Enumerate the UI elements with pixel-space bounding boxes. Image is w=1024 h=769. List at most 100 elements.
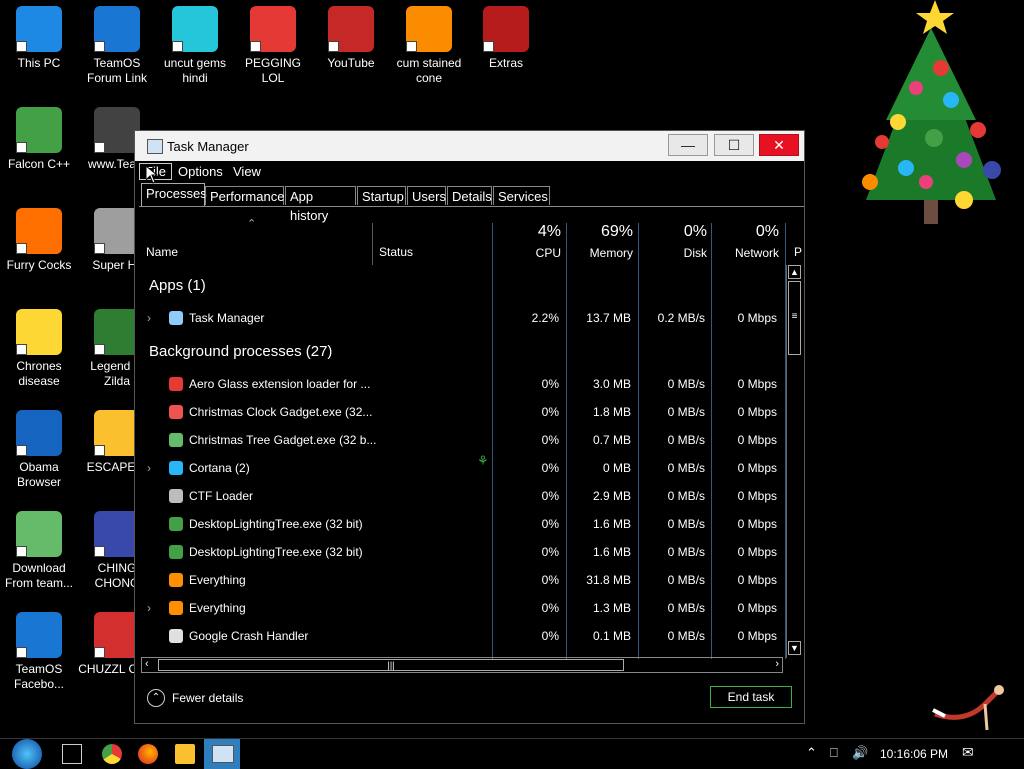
tab-users[interactable]: Users [407, 186, 446, 205]
desktop-icon[interactable]: TeamOS Facebo... [0, 612, 78, 692]
fewer-details-link[interactable]: Fewer details [172, 691, 243, 705]
hscroll-thumb[interactable]: ||| [158, 659, 624, 671]
shortcut-arrow-icon [94, 546, 105, 557]
task-manager-window[interactable]: Task Manager — ☐ ✕ File Options View Pro… [134, 130, 805, 724]
close-button[interactable]: ✕ [759, 134, 799, 156]
network-icon[interactable]: ⎕ [830, 745, 838, 761]
firefox-icon[interactable] [138, 744, 158, 764]
process-name: DesktopLightingTree.exe (32 bit) [189, 517, 363, 531]
column-power[interactable]: P [794, 245, 802, 259]
column-memory[interactable]: 69% Memory [567, 223, 633, 260]
expand-chevron-icon[interactable]: › [147, 461, 151, 475]
title-bar[interactable]: Task Manager — ☐ ✕ [135, 131, 804, 161]
disk-value: 0 MB/s [667, 461, 705, 475]
menu-bar: File Options View [135, 161, 804, 183]
network-value: 0 Mbps [737, 489, 777, 503]
desktop-icon[interactable]: cum stained cone [390, 6, 468, 86]
vertical-scrollbar[interactable]: ▲ ≡ ▼ [786, 265, 803, 658]
clock[interactable]: 10:16:06 PM [880, 747, 948, 761]
action-center-icon[interactable]: ✉ [962, 744, 974, 761]
tab-app-history[interactable]: App history [285, 186, 356, 223]
desktop-icon[interactable]: Falcon C++ [0, 107, 78, 172]
desktop-icon[interactable]: This PC [0, 6, 78, 71]
desktop-icon[interactable]: Obama Browser [0, 410, 78, 490]
tab-processes[interactable]: Processes [141, 183, 207, 206]
desktop-icon[interactable]: TeamOS Forum Link [78, 6, 156, 86]
christmas-tree-gadget[interactable] [846, 0, 1016, 238]
desktop-icon[interactable]: Extras [467, 6, 545, 71]
table-row[interactable]: Christmas Tree Gadget.exe (32 b... 0% 0.7 … [139, 425, 779, 453]
volume-icon[interactable]: 🔊 [852, 745, 868, 761]
shortcut-arrow-icon [406, 41, 417, 52]
scroll-right-icon[interactable]: › [775, 658, 779, 670]
tab-startup[interactable]: Startup [357, 186, 406, 205]
maximize-button[interactable]: ☐ [714, 134, 754, 156]
tab-services[interactable]: Services [493, 186, 550, 205]
desktop-icon[interactable]: Chrones disease [0, 309, 78, 389]
table-row[interactable]: DesktopLightingTree.exe (32 bit) 0% 1.6 MB… [139, 509, 779, 537]
tab-performance[interactable]: Performance [205, 186, 284, 205]
cpu-value: 2.2% [531, 311, 559, 325]
desktop-icon-image [16, 612, 62, 658]
disk-value: 0 MB/s [667, 601, 705, 615]
desktop-icon[interactable]: Furry Cocks [0, 208, 78, 273]
scroll-up-icon[interactable]: ▲ [788, 265, 801, 279]
process-icon [169, 377, 183, 391]
desktop-icon[interactable]: PEGGING LOL [234, 6, 312, 86]
scroll-down-icon[interactable]: ▼ [788, 641, 801, 655]
minimize-button[interactable]: — [668, 134, 708, 156]
desktop-icon-image [16, 6, 62, 52]
memory-value: 2.9 MB [592, 489, 631, 503]
expand-chevron-icon[interactable]: › [147, 311, 151, 325]
memory-value: 1.6 MB [592, 545, 631, 559]
cpu-value: 0% [541, 433, 559, 447]
fewer-details-chevron-icon[interactable]: ⌃ [147, 689, 165, 707]
menu-view[interactable]: View [233, 164, 261, 179]
process-icon [169, 461, 183, 475]
table-row[interactable]: Aero Glass extension loader for ... 0% 3.0… [139, 369, 779, 397]
start-button-icon[interactable] [12, 739, 42, 769]
scroll-left-icon[interactable]: ‹ [145, 658, 149, 670]
shortcut-arrow-icon [94, 344, 105, 355]
task-manager-taskbar-button[interactable] [204, 739, 240, 769]
column-status[interactable]: Status [379, 245, 413, 259]
process-icon [169, 489, 183, 503]
desktop-icon[interactable]: uncut gems hindi [156, 6, 234, 86]
network-value: 0 Mbps [737, 629, 777, 643]
column-network[interactable]: 0% Network [711, 223, 779, 260]
shortcut-arrow-icon [94, 243, 105, 254]
chrome-icon[interactable] [102, 744, 122, 764]
suspended-leaf-icon: ⚘ [477, 453, 489, 468]
file-explorer-icon[interactable] [175, 744, 195, 764]
network-value: 0 Mbps [737, 461, 777, 475]
desktop-icon-image [16, 208, 62, 254]
disk-percent: 0% [683, 223, 707, 240]
table-row[interactable]: Google Crash Handler 0% 0.1 MB 0 MB/s 0 Mbps [139, 621, 779, 649]
table-row[interactable]: Christmas Clock Gadget.exe (32... 0% 1.8 M… [139, 397, 779, 425]
table-row[interactable]: › Cortana (2) 0% 0 MB 0 MB/s 0 Mbps [139, 453, 779, 481]
column-cpu[interactable]: 4% CPU [493, 223, 561, 260]
desktop-icon[interactable]: Download From team... [0, 511, 78, 591]
end-task-button[interactable]: End task [710, 686, 792, 708]
table-row[interactable]: CTF Loader 0% 2.9 MB 0 MB/s 0 Mbps [139, 481, 779, 509]
shortcut-arrow-icon [172, 41, 183, 52]
tab-details[interactable]: Details [447, 186, 492, 205]
menu-options[interactable]: Options [178, 164, 223, 179]
task-view-icon[interactable] [62, 744, 82, 764]
process-list[interactable]: Apps (1) › Task Manager 2.2% 13.7 MB 0.2 MB/… [139, 267, 785, 657]
column-name[interactable]: Name [146, 245, 178, 259]
process-icon [169, 629, 183, 643]
process-name: Task Manager [189, 311, 265, 325]
column-disk[interactable]: 0% Disk [639, 223, 707, 260]
table-row[interactable]: Everything 0% 31.8 MB 0 MB/s 0 Mbps [139, 565, 779, 593]
cpu-value: 0% [541, 573, 559, 587]
table-row[interactable]: › Everything 0% 1.3 MB 0 MB/s 0 Mbps [139, 593, 779, 621]
show-hidden-icons-icon[interactable]: ⌃ [806, 745, 817, 761]
desktop-icon[interactable]: YouTube [312, 6, 390, 71]
expand-chevron-icon[interactable]: › [147, 601, 151, 615]
scroll-thumb[interactable]: ≡ [788, 281, 801, 355]
table-row[interactable]: DesktopLightingTree.exe (32 bit) 0% 1.6 MB… [139, 537, 779, 565]
tab-bar: Processes Performance App history Startu… [139, 183, 804, 223]
table-row[interactable]: › Task Manager 2.2% 13.7 MB 0.2 MB/s 0 Mbps [139, 303, 779, 331]
horizontal-scrollbar[interactable]: ‹ ||| › [141, 657, 783, 673]
